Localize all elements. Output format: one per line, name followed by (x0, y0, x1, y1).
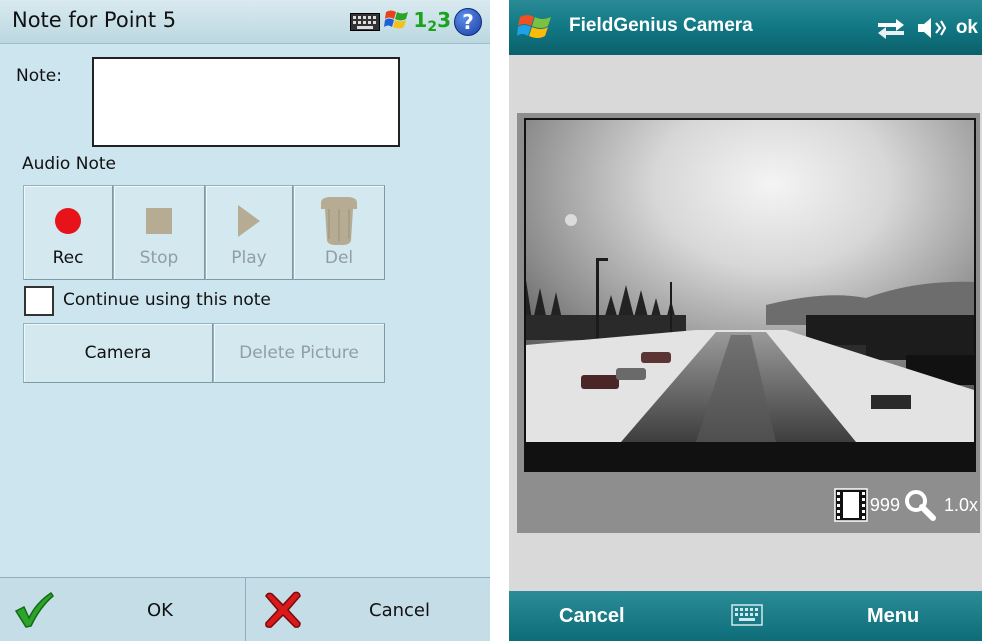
stop-icon (146, 208, 172, 234)
note-input[interactable] (92, 57, 400, 147)
app-title: FieldGenius Camera (569, 15, 753, 36)
windows-start-icon[interactable] (517, 10, 553, 44)
keyboard-icon[interactable] (731, 604, 763, 626)
cancel-button[interactable]: Cancel (246, 578, 490, 641)
windows-flag-icon[interactable] (384, 7, 410, 37)
camera-screen: FieldGenius Camera ok 999 1.0x Cancel Me… (509, 0, 982, 641)
keyboard-icon[interactable] (349, 12, 381, 32)
camera-preview-image[interactable] (524, 118, 976, 444)
del-button[interactable]: Del (293, 185, 385, 280)
film-strip-icon (834, 488, 868, 522)
system-tray: ok (876, 12, 978, 44)
note-screen: Note for Point 5 123 ? Note: Audio Note … (0, 0, 490, 641)
zoom-icon[interactable] (904, 489, 936, 521)
play-icon (238, 205, 260, 237)
camera-button[interactable]: Camera (23, 323, 213, 383)
camera-status-bar: 999 1.0x (834, 485, 978, 525)
help-icon[interactable]: ? (454, 8, 482, 36)
ok-button[interactable]: OK (0, 578, 246, 641)
audio-note-label: Audio Note (22, 154, 116, 174)
ok-button[interactable]: ok (956, 17, 978, 39)
speaker-mute-icon[interactable] (916, 16, 946, 40)
check-icon (14, 591, 54, 628)
cancel-button[interactable]: Cancel (559, 591, 625, 641)
rec-button[interactable]: Rec (23, 185, 113, 280)
continue-label: Continue using this note (63, 290, 271, 310)
delete-picture-button[interactable]: Delete Picture (213, 323, 385, 383)
play-button[interactable]: Play (205, 185, 293, 280)
record-icon (55, 208, 81, 234)
camera-viewfinder: 999 1.0x (517, 113, 980, 533)
continue-checkbox[interactable] (24, 286, 54, 316)
cancel-x-icon (265, 591, 301, 628)
system-tray: 123 ? (349, 6, 482, 38)
page-title: Note for Point 5 (12, 8, 177, 32)
123-input-icon[interactable]: 123 (413, 10, 451, 34)
title-bar: Note for Point 5 123 ? (0, 0, 490, 44)
connectivity-icon[interactable] (876, 17, 906, 39)
title-bar: FieldGenius Camera ok (509, 0, 982, 55)
soft-key-bar: OK Cancel (0, 577, 490, 641)
delete-icon (321, 197, 357, 245)
stop-button[interactable]: Stop (113, 185, 205, 280)
zoom-level: 1.0x (943, 494, 978, 515)
menu-button[interactable]: Menu (867, 591, 919, 641)
photo-counter: 999 (869, 494, 900, 515)
note-label: Note: (16, 66, 62, 86)
preview-bottom-strip (524, 444, 976, 472)
soft-key-bar: Cancel Menu (509, 591, 982, 641)
